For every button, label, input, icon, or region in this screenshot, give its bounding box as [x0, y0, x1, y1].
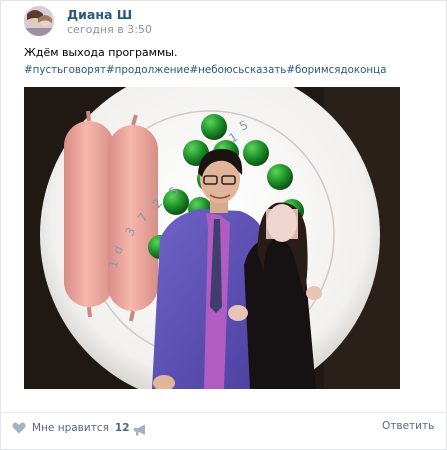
post-text: Ждём выхода программы. [24, 46, 178, 59]
post-time-text[interactable]: сегодня в 3:50 [67, 23, 152, 36]
like-label: Мне нравится [32, 422, 109, 434]
wall-post: Диана Ш сегодня в 3:50 Ждём выхода прогр… [0, 0, 447, 450]
like-button[interactable]: Мне нравится 12 [12, 419, 130, 437]
sausage-left [64, 110, 114, 318]
like-count: 12 [114, 422, 130, 434]
share-button[interactable] [133, 421, 147, 440]
post-time[interactable]: сегодня в 3:50 [67, 23, 155, 36]
author-avatar[interactable] [24, 6, 54, 36]
reply-link[interactable]: Ответить [382, 420, 434, 432]
avatar-image [24, 6, 54, 36]
author-name[interactable]: Диана Ш [67, 7, 132, 22]
post-hashtags[interactable]: #пустьговорят#продолжение#небоюсьсказать… [24, 64, 386, 76]
footer-divider [1, 412, 446, 413]
sausage-right [108, 114, 158, 322]
heart-icon [12, 422, 26, 434]
post-photo[interactable]: 1 d 3 7 2 5 4 9 1 5 [24, 87, 400, 389]
megaphone-icon [134, 424, 145, 436]
photo-illustration: 1 d 3 7 2 5 4 9 1 5 [24, 87, 400, 389]
